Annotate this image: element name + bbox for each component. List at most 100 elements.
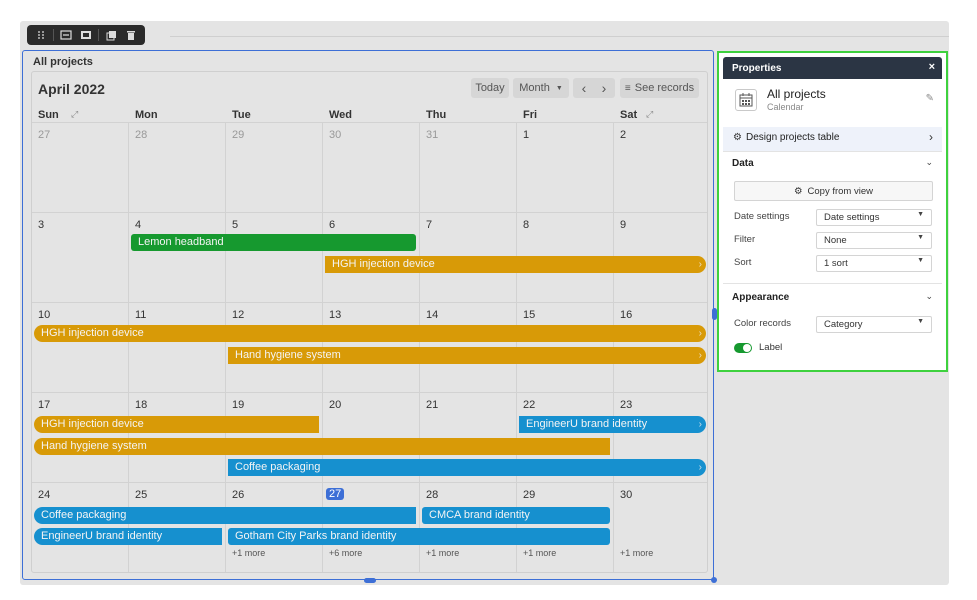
calendar-icon (735, 89, 757, 111)
block-title: All projects (33, 56, 93, 68)
event-title: HGH injection device (332, 258, 435, 270)
day-number: 30 (329, 129, 342, 141)
expand-icon[interactable]: ⤢ (646, 109, 653, 120)
calendar-event[interactable]: Hand hygiene system › (228, 347, 706, 364)
see-records-button[interactable]: ≡ See records (620, 78, 699, 98)
day-number: 28 (135, 129, 148, 141)
day-number: 30 (620, 489, 633, 501)
calendar-event[interactable]: HGH injection device › (325, 256, 706, 273)
calendar-block[interactable]: All projects April 2022 Today Month ▼ ‹ … (22, 50, 717, 583)
chevron-right-icon[interactable]: › (594, 80, 614, 96)
see-records-label: See records (634, 82, 695, 94)
day-number: 29 (523, 489, 536, 501)
day-number: 21 (426, 399, 439, 411)
appearance-section-title: Appearance (732, 292, 790, 303)
drag-handle-icon[interactable] (31, 25, 51, 45)
grid-line (128, 122, 129, 572)
day-number: 22 (523, 399, 536, 411)
event-title: EngineerU brand identity (526, 418, 648, 430)
calendar-event[interactable]: Lemon headband (131, 234, 416, 251)
element-toolbar (27, 25, 145, 45)
day-number: 4 (135, 219, 142, 231)
gear-icon: ⚙ (733, 132, 742, 143)
more-events-link[interactable]: +1 more (426, 548, 459, 558)
more-events-link[interactable]: +6 more (329, 548, 362, 558)
color-records-value: Category (824, 319, 863, 330)
calendar-event[interactable]: Coffee packaging › (228, 459, 706, 476)
grid-line (32, 482, 707, 483)
data-section-header[interactable]: Data ⌄ (732, 157, 933, 173)
chevron-right-icon: › (698, 350, 702, 361)
more-events-link[interactable]: +1 more (620, 548, 653, 558)
chevron-down-icon: ⌄ (925, 291, 933, 301)
day-number: 1 (523, 129, 530, 141)
full-width-icon[interactable] (76, 25, 96, 45)
grid-line (32, 302, 707, 303)
calendar-event[interactable]: Hand hygiene system (34, 438, 610, 455)
calendar-event[interactable]: HGH injection device (34, 416, 319, 433)
caret-down-icon: ▼ (917, 234, 924, 241)
day-number: 29 (232, 129, 245, 141)
design-table-row[interactable]: ⚙ Design projects table › (723, 127, 942, 151)
resize-handle-corner[interactable] (711, 577, 717, 583)
sort-select[interactable]: 1 sort ▼ (816, 255, 932, 272)
expand-icon[interactable]: ⤢ (71, 109, 78, 120)
toolbar-divider (98, 29, 99, 41)
day-number: 23 (620, 399, 633, 411)
day-number: 25 (135, 489, 148, 501)
event-title: Hand hygiene system (235, 349, 341, 361)
trash-icon[interactable] (121, 25, 141, 45)
calendar-event[interactable]: Gotham City Parks brand identity (228, 528, 610, 545)
calendar-event[interactable]: CMCA brand identity (422, 507, 610, 524)
day-number: 11 (135, 309, 147, 321)
copy-from-view-button[interactable]: ⚙ Copy from view (734, 181, 933, 201)
filter-label: Filter (734, 234, 756, 245)
properties-header: Properties × (723, 57, 942, 79)
month-view-dropdown[interactable]: Month ▼ (513, 78, 569, 98)
date-settings-select[interactable]: Date settings ▼ (816, 209, 932, 226)
sort-value: 1 sort (824, 258, 848, 269)
filter-select[interactable]: None ▼ (816, 232, 932, 249)
day-of-week-label: Sat (620, 109, 638, 121)
grid-line (32, 212, 707, 213)
label-toggle[interactable] (734, 343, 752, 353)
day-number: 10 (38, 309, 51, 321)
day-number: 7 (426, 219, 433, 231)
day-number: 14 (426, 309, 439, 321)
duplicate-icon[interactable] (101, 25, 121, 45)
fit-width-icon[interactable] (56, 25, 76, 45)
label-toggle-row: Label (734, 342, 854, 356)
date-settings-label: Date settings (734, 211, 790, 222)
calendar-event[interactable]: EngineerU brand identity › (519, 416, 706, 433)
day-of-week-label: Thu (426, 109, 447, 121)
appearance-section-header[interactable]: Appearance ⌄ (732, 291, 933, 307)
calendar-event[interactable]: HGH injection device › (34, 325, 706, 342)
section-divider (723, 283, 942, 284)
day-number: 12 (232, 309, 245, 321)
day-number: 18 (135, 399, 148, 411)
calendar-event[interactable]: EngineerU brand identity (34, 528, 222, 545)
calendar-event[interactable]: Coffee packaging (34, 507, 416, 524)
day-number: 6 (329, 219, 336, 231)
pencil-icon[interactable]: ✎ (926, 93, 934, 104)
close-icon[interactable]: × (929, 61, 935, 73)
more-events-link[interactable]: +1 more (232, 548, 265, 558)
day-number: 8 (523, 219, 530, 231)
caret-down-icon: ▼ (917, 257, 924, 264)
color-records-label: Color records (734, 318, 792, 329)
color-records-row: Color records Category ▼ (732, 316, 933, 333)
date-settings-row: Date settings Date settings ▼ (732, 209, 933, 226)
properties-title: Properties (732, 62, 782, 74)
chevron-left-icon[interactable]: ‹ (574, 80, 594, 96)
day-number: 28 (426, 489, 439, 501)
day-number: 16 (620, 309, 633, 321)
more-events-link[interactable]: +1 more (523, 548, 556, 558)
sort-label: Sort (734, 257, 752, 268)
today-button[interactable]: Today (471, 78, 509, 98)
grid-line (32, 392, 707, 393)
day-number: 26 (232, 489, 245, 501)
month-view-label: Month (519, 82, 550, 94)
color-records-select[interactable]: Category ▼ (816, 316, 932, 333)
day-number: 5 (232, 219, 239, 231)
resize-handle-bottom[interactable] (364, 578, 376, 583)
